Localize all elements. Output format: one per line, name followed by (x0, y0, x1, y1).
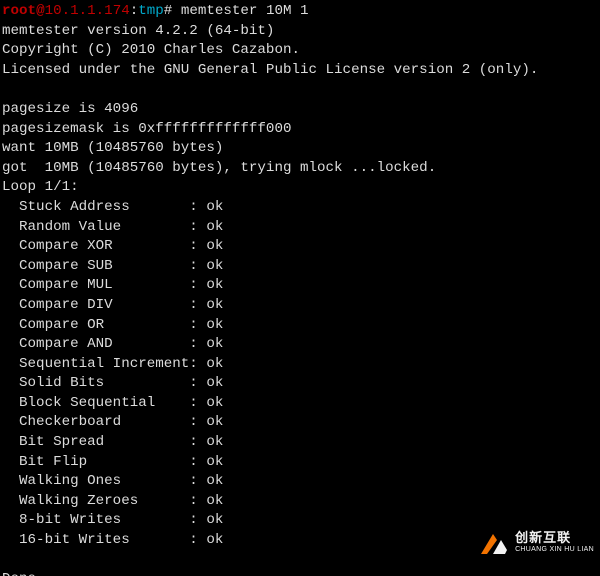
test-row: Compare OR : ok (2, 316, 600, 336)
prompt-dir: tmp (138, 3, 164, 19)
test-row: Block Sequential : ok (2, 394, 600, 414)
test-row: Bit Spread : ok (2, 433, 600, 453)
test-row: Walking Ones : ok (2, 472, 600, 492)
test-row: 8-bit Writes : ok (2, 511, 600, 531)
logo-icon (479, 530, 509, 558)
watermark-en: CHUANG XIN HU LIAN (515, 544, 594, 556)
blank-line-1 (2, 80, 600, 100)
loop-label: Loop 1/1: (2, 178, 600, 198)
test-row: Solid Bits : ok (2, 374, 600, 394)
license-line: Licensed under the GNU General Public Li… (2, 61, 600, 81)
pagesize-line: pagesize is 4096 (2, 100, 600, 120)
command: memtester 10M 1 (181, 3, 309, 19)
test-row: Compare SUB : ok (2, 257, 600, 277)
test-row: Random Value : ok (2, 218, 600, 238)
prompt-user: root (2, 3, 36, 19)
watermark-cn: 创新互联 (515, 532, 594, 544)
pagesizemask-line: pagesizemask is 0xfffffffffffff000 (2, 120, 600, 140)
version-line: memtester version 4.2.2 (64-bit) (2, 22, 600, 42)
test-row: Compare AND : ok (2, 335, 600, 355)
test-row: Bit Flip : ok (2, 453, 600, 473)
copyright-line: Copyright (C) 2010 Charles Cazabon. (2, 41, 600, 61)
got-line: got 10MB (10485760 bytes), trying mlock … (2, 159, 600, 179)
terminal: root@10.1.1.174:tmp# memtester 10M 1 mem… (0, 0, 600, 576)
want-line: want 10MB (10485760 bytes) (2, 139, 600, 159)
test-row: Stuck Address : ok (2, 198, 600, 218)
test-row: Checkerboard : ok (2, 413, 600, 433)
prompt-line[interactable]: root@10.1.1.174:tmp# memtester 10M 1 (2, 2, 600, 22)
prompt-sep1: : (130, 3, 139, 19)
prompt-host: 10.1.1.174 (45, 3, 130, 19)
test-row: Compare XOR : ok (2, 237, 600, 257)
watermark-text: 创新互联 CHUANG XIN HU LIAN (515, 532, 594, 556)
watermark: 创新互联 CHUANG XIN HU LIAN (479, 530, 594, 558)
test-row: Sequential Increment: ok (2, 355, 600, 375)
test-row: Compare DIV : ok (2, 296, 600, 316)
prompt-sep2: # (164, 3, 173, 19)
prompt-at: @ (36, 3, 45, 19)
test-row: Walking Zeroes : ok (2, 492, 600, 512)
tests-list: Stuck Address : ok Random Value : ok Com… (2, 198, 600, 551)
done-line: Done. (2, 570, 600, 576)
test-row: Compare MUL : ok (2, 276, 600, 296)
